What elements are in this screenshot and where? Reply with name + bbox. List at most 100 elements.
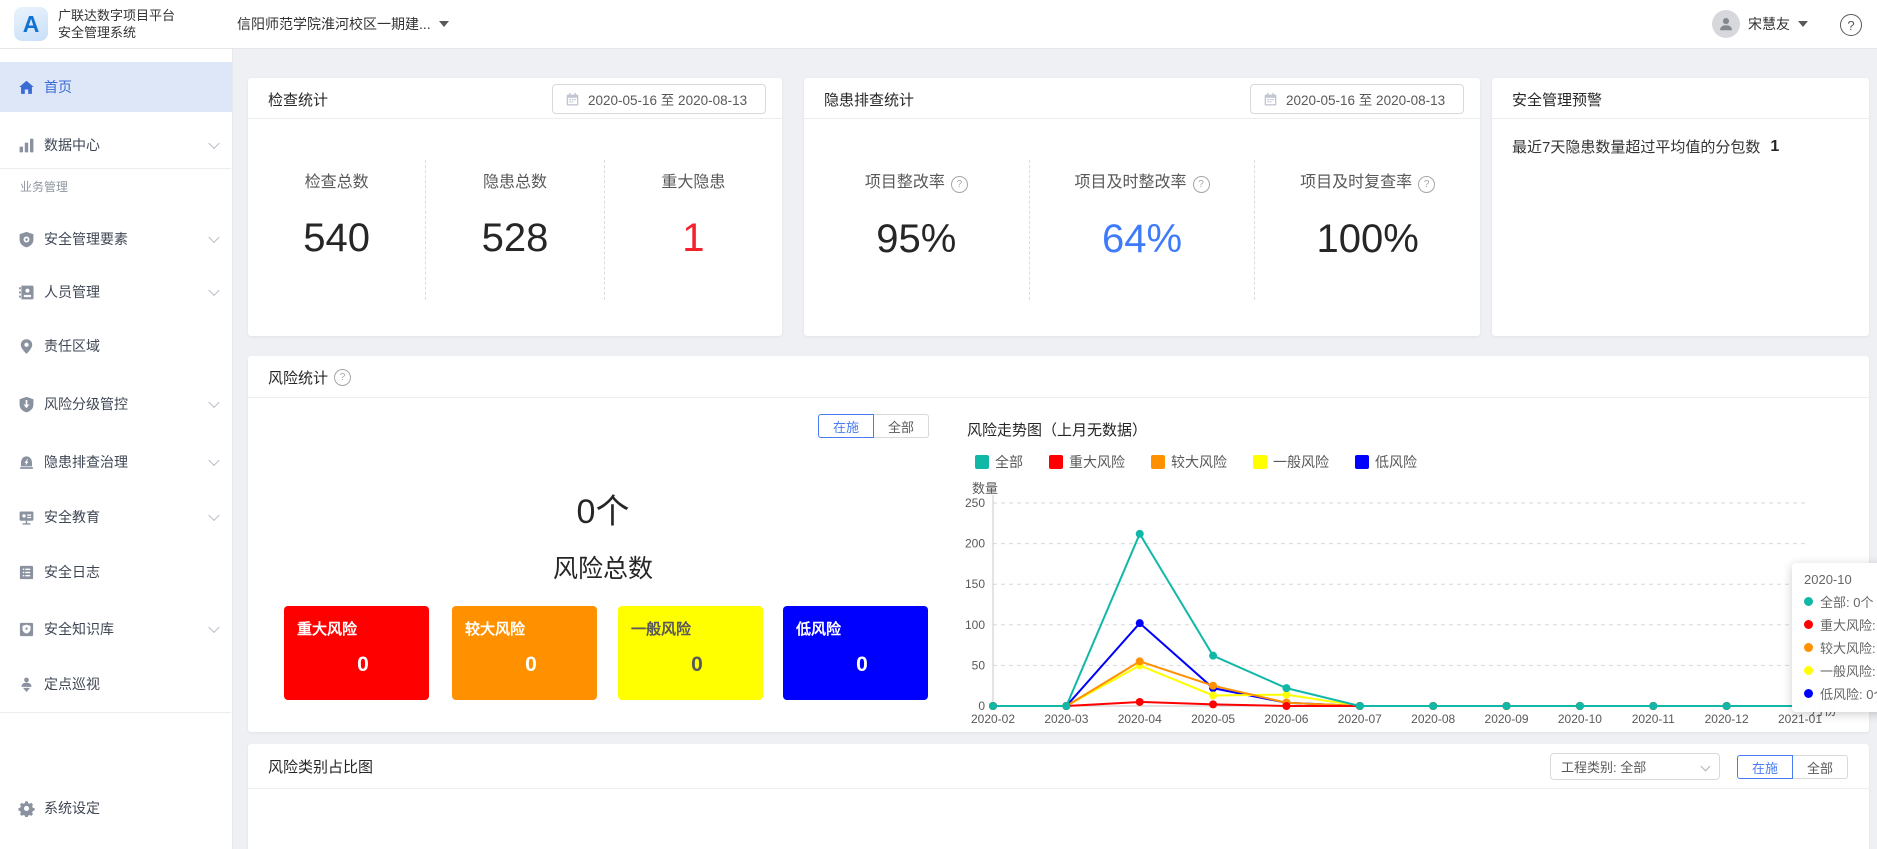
stat-value: 95% xyxy=(804,217,1029,262)
tooltip-title: 2020-10 xyxy=(1804,572,1877,587)
legend-swatch xyxy=(1049,455,1063,469)
sidebar-item-responsibility-area[interactable]: 责任区域 xyxy=(0,326,232,366)
stat-value: 528 xyxy=(426,216,603,261)
chevron-down-icon xyxy=(208,622,219,633)
svg-text:2020-11: 2020-11 xyxy=(1632,712,1675,726)
sidebar-item-safety-elements[interactable]: 安全管理要素 xyxy=(0,219,232,259)
project-selector-label: 信阳师范学院淮河校区一期建... xyxy=(237,14,431,34)
risk-box-value: 0 xyxy=(796,653,928,677)
chart-tooltip: 2020-10 全部: 0个重大风险: 0个较大风险: 0个一般风险: 0个低风… xyxy=(1792,563,1877,712)
tooltip-series-dot xyxy=(1804,620,1813,629)
category-card-title: 风险类别占比图 xyxy=(268,756,373,777)
sidebar-item-safety-log[interactable]: 安全日志 xyxy=(0,552,232,592)
inspection-date-range-picker[interactable]: 2020-05-16 至 2020-08-13 xyxy=(552,84,766,114)
log-icon xyxy=(18,564,35,581)
sidebar-item-label: 首页 xyxy=(44,77,72,97)
question-icon[interactable] xyxy=(1418,176,1435,193)
svg-text:2020-05: 2020-05 xyxy=(1191,712,1235,726)
knowledge-icon xyxy=(18,621,35,638)
chevron-down-icon xyxy=(208,138,219,149)
sidebar-item-personnel[interactable]: 人员管理 xyxy=(0,272,232,312)
risk-level-box[interactable]: 重大风险0 xyxy=(284,606,429,700)
sidebar-item-label: 隐患排查治理 xyxy=(44,452,128,472)
toggle-all[interactable]: 全部 xyxy=(873,414,929,438)
location-pin-icon xyxy=(18,338,35,355)
divider xyxy=(248,788,1869,789)
svg-text:2020-03: 2020-03 xyxy=(1044,712,1088,726)
sidebar-item-home[interactable]: 首页 xyxy=(0,62,232,112)
stat-label: 检查总数 xyxy=(305,168,369,192)
hazard-date-range: 2020-05-16 至 2020-08-13 xyxy=(1286,89,1445,109)
stat-column: 隐患总数528 xyxy=(425,160,603,300)
tooltip-series-value: 低风险: 0个 xyxy=(1820,684,1877,703)
sidebar-nav: 首页数据中心安全管理要素人员管理责任区域风险分级管控隐患排查治理安全教育安全日志… xyxy=(0,48,233,849)
tooltip-series-value: 一般风险: 0个 xyxy=(1820,661,1877,680)
question-icon[interactable] xyxy=(334,369,351,386)
bar-chart-icon xyxy=(18,137,35,154)
contacts-icon xyxy=(18,284,35,301)
tooltip-row: 低风险: 0个 xyxy=(1804,684,1877,703)
sidebar-item-fixed-patrol[interactable]: 定点巡视 xyxy=(0,664,232,704)
hazard-card-title: 隐患排查统计 xyxy=(824,89,914,110)
risk-box-label: 低风险 xyxy=(796,618,928,639)
risk-status-toggle: 在施 全部 xyxy=(818,414,929,438)
trend-line-chart[interactable]: 0501001502002502020-022020-032020-042020… xyxy=(950,468,1877,730)
sidebar-item-hazard-treatment[interactable]: 隐患排查治理 xyxy=(0,442,232,482)
hazard-date-range-picker[interactable]: 2020-05-16 至 2020-08-13 xyxy=(1250,84,1464,114)
risk-level-box[interactable]: 较大风险 0 xyxy=(452,606,597,700)
svg-text:2020-10: 2020-10 xyxy=(1558,712,1602,726)
stat-value: 1 xyxy=(605,216,782,261)
risk-box-label: 较大风险 xyxy=(465,618,597,639)
sidebar-divider xyxy=(0,168,231,169)
divider xyxy=(248,397,1869,398)
sidebar-item-label: 安全教育 xyxy=(44,507,100,527)
svg-text:2021-01: 2021-01 xyxy=(1778,712,1822,726)
sidebar-item-label: 责任区域 xyxy=(44,336,100,356)
question-icon[interactable] xyxy=(951,176,968,193)
stat-label: 项目及时整改率 xyxy=(1075,168,1187,192)
sidebar-item-label: 风险分级管控 xyxy=(44,394,128,414)
user-menu[interactable]: 宋慧友 xyxy=(1712,0,1808,48)
sidebar-item-risk-control[interactable]: 风险分级管控 xyxy=(0,384,232,424)
risk-level-box[interactable]: 低风险 0 xyxy=(783,606,928,700)
calendar-icon xyxy=(1263,92,1278,107)
sidebar-item-label: 定点巡视 xyxy=(44,674,100,694)
sidebar-item-label: 系统设定 xyxy=(44,798,100,818)
sidebar-divider xyxy=(0,712,231,713)
question-icon[interactable] xyxy=(1193,176,1210,193)
stat-column: 检查总数540 xyxy=(248,160,425,300)
svg-text:2020-04: 2020-04 xyxy=(1118,712,1162,726)
toggle-all[interactable]: 全部 xyxy=(1792,755,1848,779)
trend-chart-title: 风险走势图（上月无数据） xyxy=(967,419,1147,440)
risk-box-value: 0 xyxy=(465,653,597,677)
gear-icon xyxy=(18,800,35,817)
sidebar-item-system-settings[interactable]: 系统设定 xyxy=(0,788,232,828)
tooltip-row: 重大风险: 0个 xyxy=(1804,615,1877,634)
inspection-date-range: 2020-05-16 至 2020-08-13 xyxy=(588,89,747,109)
tooltip-series-value: 重大风险: 0个 xyxy=(1820,615,1877,634)
divider xyxy=(1492,118,1869,119)
stat-label: 项目及时复查率 xyxy=(1300,168,1412,192)
risk-statistics-card: 风险统计 在施 全部 0个 风险总数 重大风险0较大风险0一般风险0低风险0 风… xyxy=(248,356,1869,732)
toggle-in-progress[interactable]: 在施 xyxy=(818,414,874,438)
sidebar-item-data-center[interactable]: 数据中心 xyxy=(0,125,232,165)
avatar xyxy=(1712,10,1740,38)
project-type-select[interactable]: 工程类别: 全部 xyxy=(1550,753,1720,780)
sidebar-item-label: 安全知识库 xyxy=(44,619,114,639)
project-selector[interactable]: 信阳师范学院淮河校区一期建... xyxy=(237,0,449,48)
legend-swatch xyxy=(975,455,989,469)
svg-text:0: 0 xyxy=(978,699,985,713)
help-icon[interactable] xyxy=(1840,14,1862,36)
svg-text:150: 150 xyxy=(965,577,985,591)
legend-swatch xyxy=(1151,455,1165,469)
stat-value: 64% xyxy=(1030,217,1255,262)
risk-level-box[interactable]: 一般风险0 xyxy=(618,606,763,700)
sidebar-item-safety-education[interactable]: 安全教育 xyxy=(0,497,232,537)
toggle-in-progress[interactable]: 在施 xyxy=(1737,755,1793,779)
svg-text:2020-08: 2020-08 xyxy=(1411,712,1455,726)
stat-value: 100% xyxy=(1255,217,1480,262)
app-logo: A xyxy=(14,7,48,41)
tooltip-series-value: 全部: 0个 xyxy=(1820,592,1873,611)
warning-card-title: 安全管理预警 xyxy=(1512,89,1602,110)
sidebar-item-knowledge-base[interactable]: 安全知识库 xyxy=(0,609,232,649)
